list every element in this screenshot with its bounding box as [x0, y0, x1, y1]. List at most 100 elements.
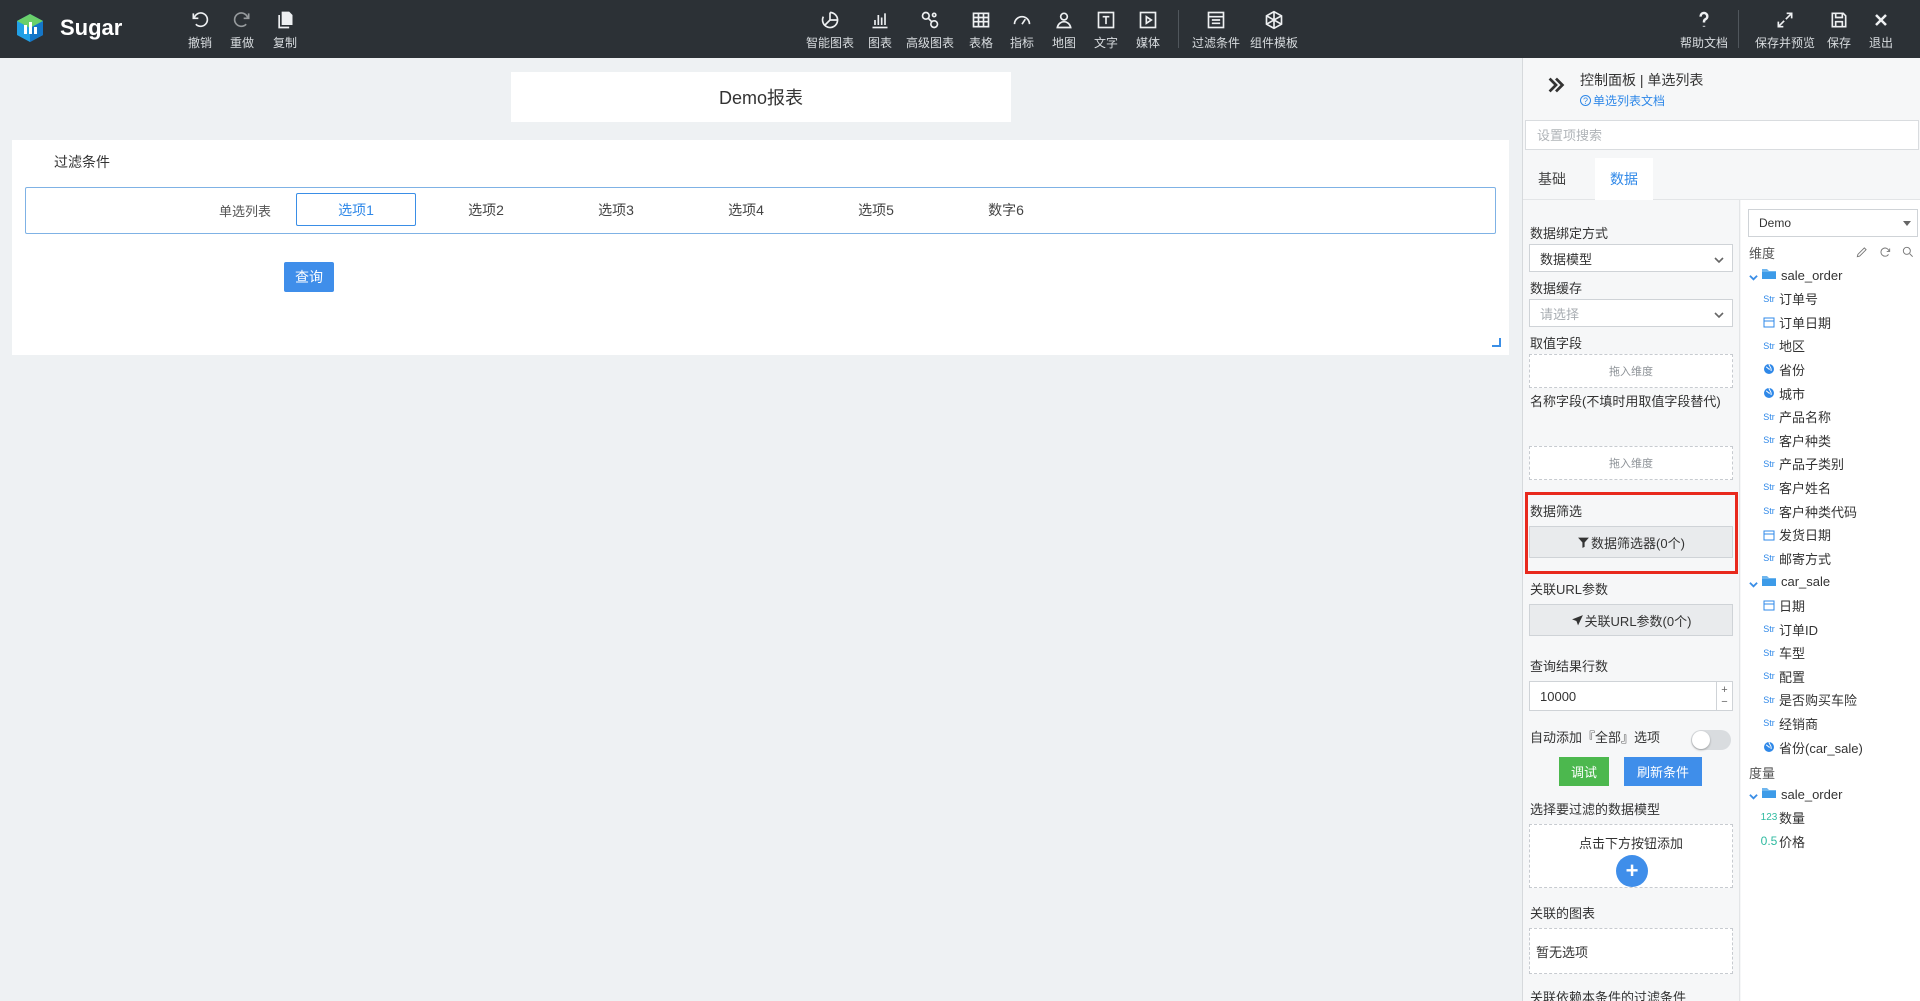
filter-condition-button[interactable]: 过滤条件 — [1192, 8, 1240, 51]
dimension-group-car_sale[interactable]: car_sale — [1749, 571, 1830, 593]
smart-chart-button[interactable]: 智能图表 — [806, 8, 854, 51]
radio-option-4[interactable]: 选项4 — [686, 193, 806, 226]
rows-number-input[interactable]: 10000 + − — [1529, 681, 1733, 711]
radio-list-component[interactable]: 单选列表 选项1 选项2 选项3 选项4 选项5 数字6 — [25, 187, 1496, 234]
filter-model-add-box: 点击下方按钮添加 + — [1529, 824, 1733, 888]
report-title[interactable]: Demo报表 — [511, 72, 1011, 122]
debug-button[interactable]: 调试 — [1559, 757, 1609, 786]
bar-chart-icon — [872, 13, 888, 29]
filter-model-label: 选择要过滤的数据模型 — [1530, 802, 1661, 817]
text-button[interactable]: 文字 — [1094, 8, 1118, 51]
field-item[interactable]: Str 订单号 — [1761, 288, 1818, 310]
field-item[interactable]: Str 邮寄方式 — [1761, 547, 1831, 569]
tab-basic[interactable]: 基础 — [1523, 158, 1581, 200]
refresh-condition-button[interactable]: 刷新条件 — [1624, 757, 1702, 786]
settings-search-input[interactable] — [1525, 120, 1919, 150]
radio-option-1[interactable]: 选项1 — [296, 193, 416, 226]
field-item[interactable]: 日期 — [1761, 594, 1805, 616]
field-item[interactable]: Str 客户种类 — [1761, 429, 1831, 451]
media-button[interactable]: 媒体 — [1136, 8, 1160, 51]
highlight-annotation — [1525, 492, 1738, 574]
cache-select[interactable]: 请选择 — [1529, 299, 1733, 327]
radio-option-2[interactable]: 选项2 — [426, 193, 546, 226]
measure-group-sale_order[interactable]: sale_order — [1749, 783, 1842, 805]
save-button[interactable]: 保存 — [1827, 8, 1851, 51]
url-param-button[interactable]: 关联URL参数(0个) — [1529, 604, 1733, 636]
component-template-button[interactable]: 组件模板 — [1250, 8, 1298, 51]
add-filter-model-button[interactable]: + — [1616, 855, 1648, 887]
field-item[interactable]: Str 经销商 — [1761, 712, 1818, 734]
field-item[interactable]: 123 数量 — [1761, 807, 1805, 829]
field-item[interactable]: Str 客户姓名 — [1761, 476, 1831, 498]
field-item[interactable]: 省份(car_sale) — [1761, 736, 1863, 758]
map-button[interactable]: 地图 — [1052, 8, 1076, 51]
integer-type-icon: 123 — [1760, 812, 1778, 824]
field-item[interactable]: 订单日期 — [1761, 311, 1831, 333]
doc-link[interactable]: ? 单选列表文档 — [1580, 92, 1665, 109]
field-item[interactable]: Str 客户种类代码 — [1761, 500, 1857, 522]
question-icon: ? — [1580, 95, 1591, 106]
linked-chart-box[interactable]: 暂无选项 — [1529, 928, 1733, 974]
query-button[interactable]: 查询 — [284, 262, 334, 292]
tab-data[interactable]: 数据 — [1595, 158, 1653, 200]
string-type-icon: Str — [1763, 458, 1775, 469]
decrement-icon[interactable]: − — [1721, 696, 1727, 708]
field-item[interactable]: Str 产品名称 — [1761, 406, 1831, 428]
advanced-chart-button[interactable]: 高级图表 — [906, 8, 954, 51]
dimension-group-sale_order[interactable]: sale_order — [1749, 264, 1842, 286]
chart-button[interactable]: 图表 — [868, 8, 892, 51]
indicator-button[interactable]: 指标 — [1010, 8, 1034, 51]
field-item[interactable]: 发货日期 — [1761, 524, 1831, 546]
field-item[interactable]: Str 车型 — [1761, 642, 1805, 664]
double-chevron-right-icon — [1548, 77, 1565, 93]
undo-button[interactable]: 撤销 — [188, 8, 212, 51]
smart-chart-icon — [821, 11, 839, 29]
redo-button[interactable]: 重做 — [230, 8, 254, 51]
resize-handle[interactable] — [1492, 338, 1501, 347]
field-item[interactable]: 城市 — [1761, 382, 1805, 404]
save-and-preview-button[interactable]: 保存并预览 — [1755, 8, 1815, 51]
filter-condition-label: 过滤条件 — [1192, 36, 1241, 50]
expand-icon — [1777, 12, 1793, 28]
collapse-panel-button[interactable] — [1545, 74, 1567, 96]
help-doc-button[interactable]: 帮助文档 — [1680, 8, 1728, 51]
edit-icon[interactable] — [1855, 245, 1869, 259]
field-item[interactable]: 省份 — [1761, 358, 1805, 380]
text-label: 文字 — [1094, 36, 1119, 50]
field-item[interactable]: Str 是否购买车险 — [1761, 689, 1857, 711]
chevron-down-icon — [1714, 257, 1724, 264]
copy-label: 复制 — [273, 36, 298, 50]
text-icon — [1097, 11, 1115, 29]
radio-option-3[interactable]: 选项3 — [556, 193, 676, 226]
rows-stepper[interactable]: + − — [1716, 682, 1732, 710]
search-icon[interactable] — [1901, 245, 1915, 259]
filter-condition-card[interactable]: 过滤条件 单选列表 选项1 选项2 选项3 选项4 选项5 数字6 查询 — [12, 140, 1509, 355]
string-type-icon: Str — [1763, 647, 1775, 658]
refresh-icon[interactable] — [1878, 245, 1892, 259]
panel-breadcrumb: 控制面板 | 单选列表 — [1580, 72, 1704, 88]
radio-option-5[interactable]: 选项5 — [816, 193, 936, 226]
fields-column: Demo 维度 sale_order Str 订单号 订单日期 Str 地区 省份 城市 Str… — [1741, 200, 1920, 1001]
value-field-dropzone[interactable]: 拖入维度 — [1529, 354, 1733, 388]
table-button[interactable]: 表格 — [969, 8, 993, 51]
exit-button[interactable]: 退出 — [1869, 8, 1893, 51]
binding-select[interactable]: 数据模型 — [1529, 244, 1733, 272]
decimal-type-icon: 0.5 — [1760, 834, 1778, 849]
advanced-chart-icon — [921, 11, 939, 29]
radio-option-6[interactable]: 数字6 — [946, 193, 1066, 226]
datasource-select[interactable]: Demo — [1748, 209, 1918, 237]
string-type-icon: Str — [1763, 293, 1775, 304]
field-item[interactable]: Str 配置 — [1761, 665, 1805, 687]
increment-icon[interactable]: + — [1721, 684, 1727, 696]
auto-all-toggle[interactable] — [1691, 730, 1731, 750]
string-type-icon: Str — [1763, 718, 1775, 729]
field-item[interactable]: 0.5 价格 — [1761, 830, 1805, 852]
save-icon — [1831, 12, 1847, 28]
rows-value: 10000 — [1540, 688, 1577, 704]
field-item[interactable]: Str 产品子类别 — [1761, 453, 1844, 475]
field-item[interactable]: Str 订单ID — [1761, 618, 1818, 640]
name-field-dropzone[interactable]: 拖入维度 — [1529, 446, 1733, 480]
binding-label: 数据绑定方式 — [1530, 226, 1609, 241]
field-item[interactable]: Str 地区 — [1761, 335, 1805, 357]
copy-button[interactable]: 复制 — [273, 8, 297, 51]
